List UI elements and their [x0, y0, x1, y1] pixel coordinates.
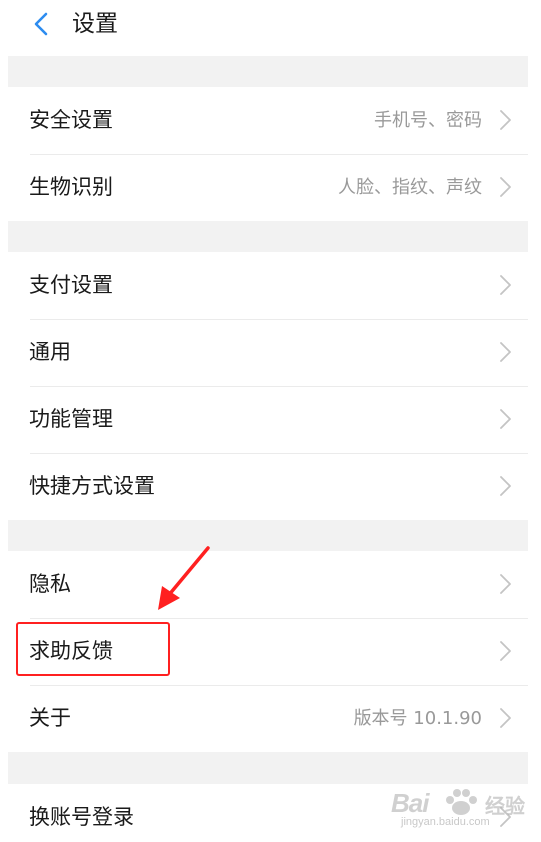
- row-label: 求助反馈: [29, 639, 113, 663]
- settings-row-biometrics[interactable]: 生物识别 人脸、指纹、声纹: [8, 154, 528, 221]
- settings-row-general[interactable]: 通用: [8, 319, 528, 386]
- chevron-right-icon: [500, 807, 511, 827]
- chevron-right-icon: [500, 275, 511, 295]
- row-label: 隐私: [29, 572, 71, 596]
- row-label: 通用: [29, 340, 71, 364]
- row-label: 生物识别: [29, 175, 113, 199]
- row-label: 快捷方式设置: [29, 474, 155, 498]
- settings-row-switch-account[interactable]: 换账号登录: [8, 784, 528, 842]
- row-value: 人脸、指纹、声纹: [338, 177, 482, 198]
- settings-row-privacy[interactable]: 隐私: [8, 551, 528, 618]
- section-account: 换账号登录: [8, 784, 528, 842]
- chevron-right-icon: [500, 342, 511, 362]
- section-security: 安全设置 手机号、密码 生物识别 人脸、指纹、声纹: [8, 87, 528, 221]
- section-general: 支付设置 通用 功能管理 快捷方式设置: [8, 252, 528, 520]
- chevron-left-icon: [34, 12, 48, 36]
- settings-screen: 设置 安全设置 手机号、密码 生物识别 人脸、指纹、声纹 支付设置 通用 功能管…: [8, 0, 528, 842]
- settings-row-about[interactable]: 关于 版本号 10.1.90: [8, 685, 528, 752]
- settings-row-security[interactable]: 安全设置 手机号、密码: [8, 87, 528, 154]
- chevron-right-icon: [500, 641, 511, 661]
- chevron-right-icon: [500, 708, 511, 728]
- chevron-right-icon: [500, 574, 511, 594]
- chevron-right-icon: [500, 476, 511, 496]
- version-value: 版本号 10.1.90: [353, 708, 482, 729]
- chevron-right-icon: [500, 409, 511, 429]
- chevron-right-icon: [500, 177, 511, 197]
- settings-row-features[interactable]: 功能管理: [8, 386, 528, 453]
- row-label: 关于: [29, 706, 71, 730]
- header: 设置: [8, 0, 528, 56]
- chevron-right-icon: [500, 110, 511, 130]
- row-label: 支付设置: [29, 273, 113, 297]
- row-label: 换账号登录: [29, 805, 134, 829]
- row-label: 安全设置: [29, 108, 113, 132]
- page-title: 设置: [72, 11, 118, 37]
- row-value: 手机号、密码: [374, 110, 482, 131]
- settings-row-payment[interactable]: 支付设置: [8, 252, 528, 319]
- settings-row-help-feedback[interactable]: 求助反馈: [8, 618, 528, 685]
- settings-row-shortcuts[interactable]: 快捷方式设置: [8, 453, 528, 520]
- row-label: 功能管理: [29, 407, 113, 431]
- back-button[interactable]: [26, 8, 58, 40]
- section-privacy: 隐私 求助反馈 关于 版本号 10.1.90: [8, 551, 528, 752]
